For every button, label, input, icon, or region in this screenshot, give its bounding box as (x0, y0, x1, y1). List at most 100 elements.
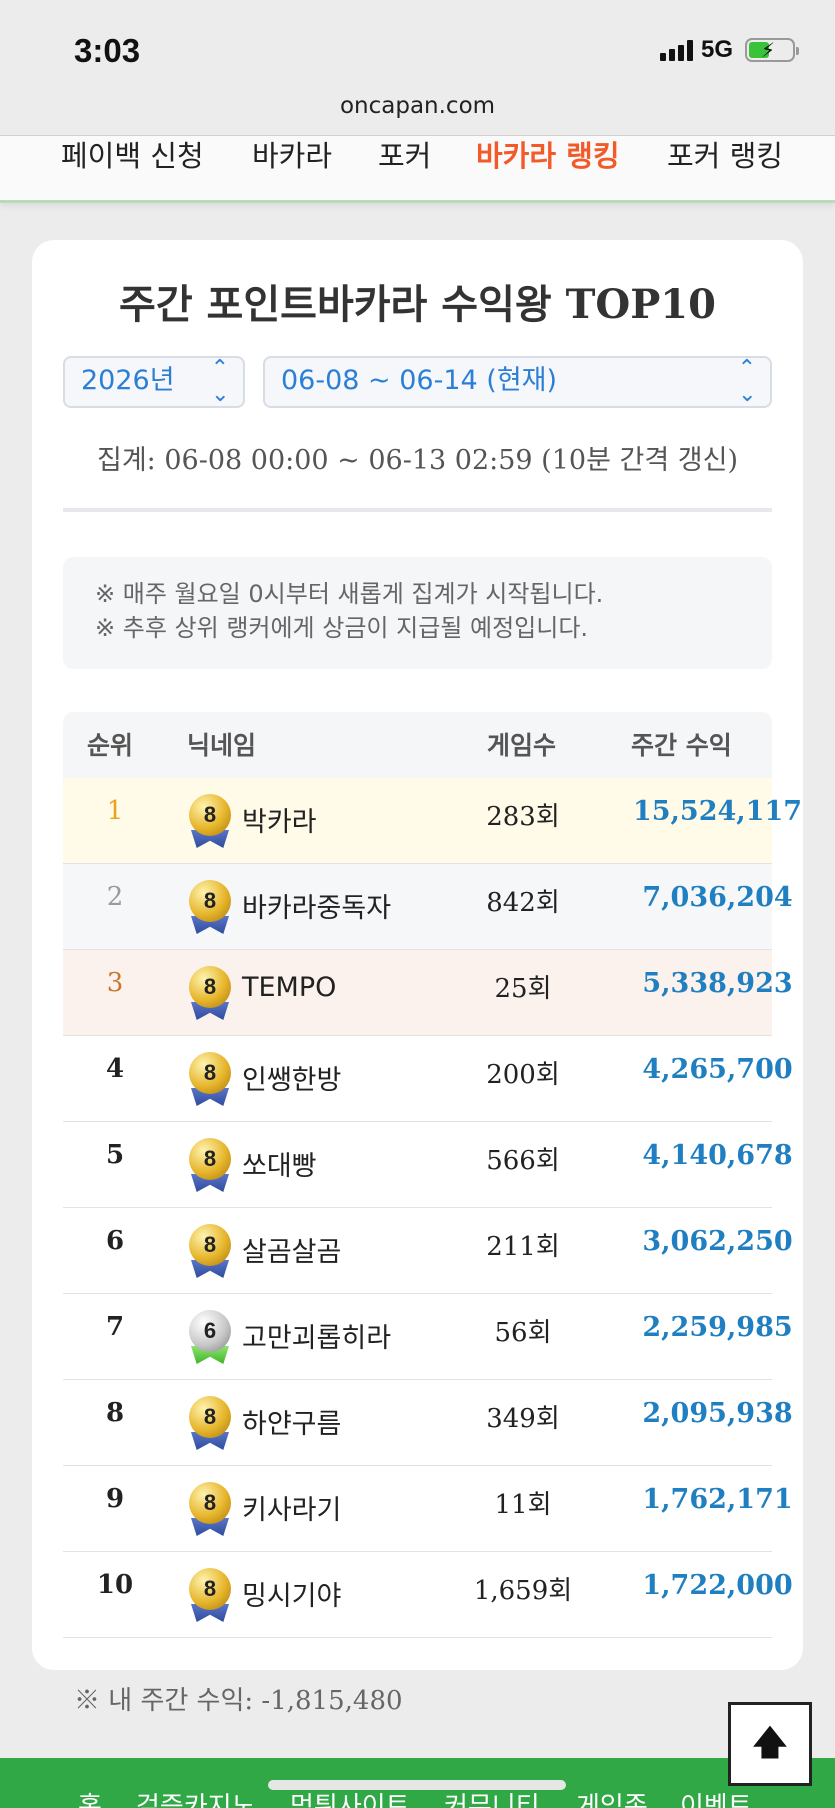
nav-item-baccarat[interactable]: 바카라 (252, 136, 332, 176)
level-badge-icon: 8 (187, 794, 233, 848)
level-badge-icon: 6 (187, 1310, 233, 1364)
games-cell: 11회 (494, 1490, 552, 1520)
header-rank: 순위 (87, 731, 134, 760)
nickname-cell[interactable]: 키사라기 (242, 1488, 341, 1527)
rank-cell: 3 (106, 968, 124, 998)
ranking-table: 순위 닉네임 게임수 주간 수익 1 8 박카라 283회 15,524,117… (63, 712, 802, 1638)
table-row: 9 8 키사라기 11회 1,762,171 (63, 1466, 793, 1552)
notice-line: ※ 매주 월요일 0시부터 새롭게 집계가 시작됩니다. (95, 580, 604, 608)
level-badge-icon: 8 (187, 1224, 233, 1278)
profit-cell: 4,265,700 (642, 1054, 793, 1085)
table-row: 2 8 바카라중독자 842회 7,036,204 (63, 864, 793, 950)
nickname-cell[interactable]: 인쌩한방 (242, 1058, 341, 1097)
games-cell: 283회 (486, 802, 560, 832)
page-title: 주간 포인트바카라 수익왕 TOP10 (119, 281, 716, 328)
nickname-cell[interactable]: 하얀구름 (242, 1402, 341, 1441)
games-cell: 566회 (486, 1146, 560, 1176)
home-indicator (268, 1780, 566, 1790)
nickname-cell[interactable]: 박카라 (242, 800, 317, 839)
arrow-up-icon: 🡅 (752, 1723, 788, 1763)
nickname-cell[interactable]: 고만괴롭히라 (242, 1316, 391, 1355)
rank-cell: 1 (106, 796, 124, 826)
table-row: 3 8 TEMPO 25회 5,338,923 (63, 950, 793, 1036)
year-select-value: 2026년 (81, 365, 175, 396)
rank-cell: 10 (96, 1570, 134, 1600)
profit-cell: 4,140,678 (642, 1140, 793, 1171)
table-row: 5 8 쏘대빵 566회 4,140,678 (63, 1122, 793, 1208)
rank-cell: 5 (105, 1140, 125, 1170)
nickname-cell[interactable]: 쏘대빵 (242, 1144, 317, 1183)
nav-item-poker[interactable]: 포커 (378, 136, 431, 176)
bottom-nav-verified-casino[interactable]: 검증카지노 (136, 1786, 256, 1808)
profit-cell: 1,762,171 (642, 1484, 793, 1515)
games-cell: 200회 (486, 1060, 560, 1090)
games-cell: 25회 (494, 974, 552, 1004)
games-cell: 211회 (486, 1232, 560, 1262)
header-nickname: 닉네임 (187, 731, 257, 760)
divider (63, 508, 772, 512)
level-badge-icon: 8 (187, 1568, 233, 1622)
rank-cell: 8 (105, 1398, 125, 1428)
chevron-updown-icon: ⌃ ⌃ (210, 356, 229, 405)
header-games: 게임수 (487, 731, 557, 760)
status-icons: 5G ⚡ (659, 36, 799, 64)
signal-icon (659, 39, 693, 61)
nav-item-payback[interactable]: 페이백 신청 (61, 136, 204, 176)
table-row: 6 8 살곰살곰 211회 3,062,250 (63, 1208, 793, 1294)
level-badge-icon: 8 (187, 1138, 233, 1192)
games-cell: 1,659회 (473, 1576, 573, 1606)
my-weekly-profit: ※ 내 주간 수익: -1,815,480 (74, 1686, 403, 1716)
nickname-cell[interactable]: 살곰살곰 (242, 1230, 341, 1269)
battery-icon: ⚡ (745, 38, 799, 62)
profit-cell: 15,524,117 (632, 796, 803, 827)
status-time: 3:03 (74, 32, 141, 69)
bottom-nav-home[interactable]: 홈 (78, 1786, 102, 1808)
rank-cell: 2 (106, 882, 124, 912)
week-select-value: 06-08 ~ 06-14 (현재) (281, 365, 558, 396)
profit-cell: 2,259,985 (642, 1312, 793, 1343)
table-header: 순위 닉네임 게임수 주간 수익 (63, 712, 772, 778)
table-row: 7 6 고만괴롭히라 56회 2,259,985 (63, 1294, 793, 1380)
nav-item-poker-ranking[interactable]: 포커 랭킹 (667, 136, 783, 176)
network-label: 5G (700, 36, 733, 63)
scroll-top-button[interactable]: 🡅 (728, 1702, 812, 1786)
level-badge-icon: 8 (187, 1482, 233, 1536)
profit-cell: 2,095,938 (642, 1398, 793, 1429)
nav-item-baccarat-ranking[interactable]: 바카라 랭킹 (476, 136, 620, 176)
week-select[interactable]: 06-08 ~ 06-14 (현재) ⌃ ⌃ (263, 356, 772, 408)
table-row: 4 8 인쌩한방 200회 4,265,700 (63, 1036, 793, 1122)
games-cell: 842회 (486, 888, 560, 918)
aggregation-range: 집계: 06-08 00:00 ~ 06-13 02:59 (10분 간격 갱신… (97, 445, 738, 476)
nickname-cell[interactable]: 밍시기야 (242, 1574, 341, 1613)
nickname-cell[interactable]: TEMPO (242, 972, 336, 1003)
rank-cell: 9 (105, 1484, 125, 1514)
url-bar[interactable]: oncapan.com (0, 88, 835, 138)
rank-cell: 6 (105, 1226, 125, 1256)
bottom-nav-event[interactable]: 이벤트 (680, 1786, 752, 1808)
chevron-updown-icon: ⌃ ⌃ (737, 356, 756, 405)
header-weekly-profit: 주간 수익 (631, 731, 732, 760)
profit-cell: 7,036,204 (642, 882, 793, 913)
bottom-nav-game-zone[interactable]: 게임존 (576, 1786, 648, 1808)
notice-box: ※ 매주 월요일 0시부터 새롭게 집계가 시작됩니다. ※ 추후 상위 랭커에… (63, 557, 772, 669)
rank-cell: 4 (105, 1054, 125, 1084)
level-badge-icon: 8 (187, 966, 233, 1020)
table-row: 1 8 박카라 283회 15,524,117 (63, 778, 802, 864)
profit-cell: 5,338,923 (642, 968, 793, 999)
level-badge-icon: 8 (187, 880, 233, 934)
notice-line: ※ 추후 상위 랭커에게 상금이 지급될 예정입니다. (95, 614, 589, 642)
table-row: 10 8 밍시기야 1,659회 1,722,000 (63, 1552, 793, 1638)
nickname-cell[interactable]: 바카라중독자 (242, 886, 391, 925)
level-badge-icon: 8 (187, 1052, 233, 1106)
games-cell: 56회 (494, 1318, 552, 1348)
status-bar: 3:03 5G ⚡ (0, 0, 835, 88)
rank-cell: 7 (105, 1312, 125, 1342)
year-select[interactable]: 2026년 ⌃ ⌃ (63, 356, 245, 408)
games-cell: 349회 (486, 1404, 560, 1434)
profit-cell: 1,722,000 (642, 1570, 793, 1601)
profit-cell: 3,062,250 (642, 1226, 793, 1257)
ranking-card: 주간 포인트바카라 수익왕 TOP10 2026년 ⌃ ⌃ 06-08 ~ 06-… (32, 240, 803, 1670)
top-nav: 페이백 신청 바카라 포커 바카라 랭킹 포커 랭킹 (0, 135, 835, 203)
level-badge-icon: 8 (187, 1396, 233, 1450)
table-row: 8 8 하얀구름 349회 2,095,938 (63, 1380, 793, 1466)
